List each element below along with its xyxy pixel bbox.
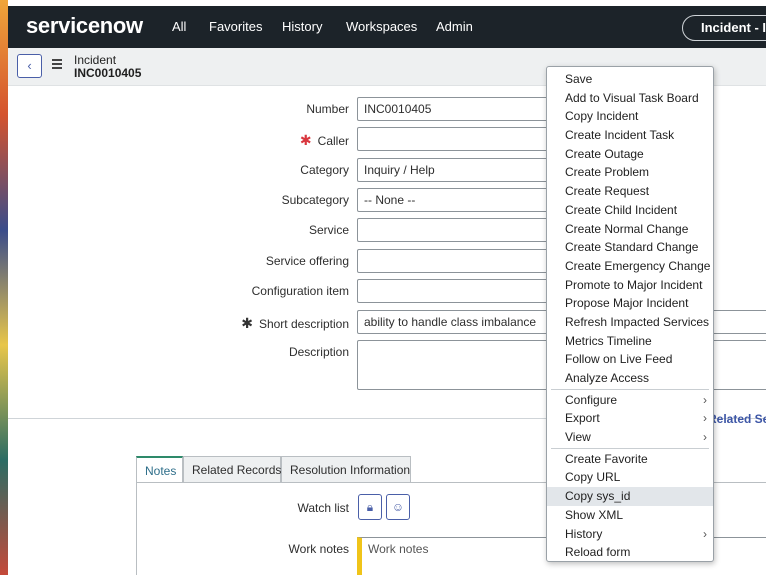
servicenow-window: servicenow All Favorites History Workspa… xyxy=(8,0,766,575)
context-menu-item[interactable]: Create Problem xyxy=(547,163,713,182)
context-menu-item-label: Show XML xyxy=(565,507,624,522)
context-menu-item-label: Create Favorite xyxy=(565,451,648,466)
context-menu-item[interactable]: Copy Incident xyxy=(547,107,713,126)
category-select[interactable]: Inquiry / Help xyxy=(357,158,557,182)
context-menu-item[interactable]: Configure › xyxy=(547,391,713,410)
context-menu-item-label: Copy URL xyxy=(565,470,621,485)
nav-admin[interactable]: Admin xyxy=(436,19,473,34)
context-menu-item-label: Save xyxy=(565,72,593,86)
context-menu-item[interactable]: Show XML xyxy=(547,506,713,525)
context-menu-item[interactable]: Create Incident Task xyxy=(547,126,713,145)
back-button[interactable]: ‹ xyxy=(17,54,42,78)
top-navigation: servicenow All Favorites History Workspa… xyxy=(8,6,766,48)
tab-notes[interactable]: Notes xyxy=(136,456,183,483)
form-menu-icon[interactable] xyxy=(52,59,62,69)
chevron-right-icon: › xyxy=(703,526,707,541)
context-menu-item[interactable]: Analyze Access xyxy=(547,369,713,388)
context-menu-item-label: Analyze Access xyxy=(565,371,650,385)
subcategory-label: Subcategory xyxy=(281,193,349,207)
tab-resolution-information[interactable]: Resolution Information xyxy=(281,456,411,483)
context-menu-item-label: Copy sys_id xyxy=(565,489,631,504)
configuration-item-field[interactable] xyxy=(357,279,557,303)
context-menu-item[interactable]: History › xyxy=(547,525,713,544)
context-menu-item-label: History xyxy=(565,526,603,541)
context-menu-item-label: Create Normal Change xyxy=(565,221,689,236)
nav-workspaces[interactable]: Workspaces xyxy=(346,19,417,34)
add-me-icon[interactable]: ☺ xyxy=(386,494,410,520)
context-menu-item-label: Export xyxy=(565,411,600,426)
context-menu-item[interactable]: Create Emergency Change xyxy=(547,257,713,276)
context-menu-item-label: Create Request xyxy=(565,184,650,199)
context-menu-item-label: Create Child Incident xyxy=(565,202,678,217)
chevron-right-icon: › xyxy=(703,430,707,445)
menu-separator xyxy=(551,388,709,390)
context-menu-item-label: Create Standard Change xyxy=(565,240,699,255)
context-menu-item[interactable]: Export › xyxy=(547,409,713,428)
subcategory-select[interactable]: -- None -- xyxy=(357,188,557,212)
service-field[interactable] xyxy=(357,218,557,242)
service-offering-field[interactable] xyxy=(357,249,557,273)
context-menu-item-label: Create Problem xyxy=(565,165,650,180)
context-menu-item[interactable]: Copy sys_id xyxy=(547,487,713,506)
number-field[interactable]: INC0010405 xyxy=(357,97,557,121)
watch-list-label: Watch list xyxy=(297,501,349,515)
context-menu-item[interactable]: Refresh Impacted Services xyxy=(547,313,713,332)
context-menu-item[interactable]: Create Normal Change xyxy=(547,220,713,239)
short-description-label: ✱ Short description xyxy=(241,315,349,331)
context-menu-item[interactable]: Reload form xyxy=(547,543,713,562)
context-menu: Save Add to Visual Task Board Copy Inciden… xyxy=(546,66,714,562)
tab-related-records[interactable]: Related Records xyxy=(183,456,281,483)
chevron-left-icon: ‹ xyxy=(27,58,32,73)
context-menu-item[interactable]: Propose Major Incident xyxy=(547,294,713,313)
context-menu-item[interactable]: Create Outage xyxy=(547,145,713,164)
caller-field[interactable] xyxy=(357,127,557,151)
context-menu-item[interactable]: Copy URL xyxy=(547,468,713,487)
description-label: Description xyxy=(288,345,349,359)
caller-label: ✱ Caller xyxy=(299,132,349,148)
context-menu-item-label: Follow on Live Feed xyxy=(565,352,673,367)
nav-favorites[interactable]: Favorites xyxy=(209,19,262,34)
chevron-right-icon: › xyxy=(703,392,707,407)
record-title: Incident INC0010405 xyxy=(74,54,141,80)
context-menu-item-label: Metrics Timeline xyxy=(565,333,652,348)
required-icon: ✱ xyxy=(299,132,312,148)
servicenow-logo[interactable]: servicenow xyxy=(26,13,143,39)
context-menu-item-label: Create Emergency Change xyxy=(565,258,711,273)
chevron-right-icon: › xyxy=(703,411,707,426)
record-number: INC0010405 xyxy=(74,66,142,80)
configuration-item-label: Configuration item xyxy=(251,284,349,298)
context-menu-item[interactable]: Save xyxy=(547,70,713,89)
required-icon: ✱ xyxy=(241,315,253,331)
context-menu-item-label: Configure xyxy=(565,392,618,407)
context-menu-item[interactable]: Create Standard Change xyxy=(547,238,713,257)
context-menu-item[interactable]: Create Favorite xyxy=(547,450,713,469)
category-label: Category xyxy=(300,163,349,177)
context-menu-item[interactable]: Promote to Major Incident xyxy=(547,276,713,295)
context-menu-item-label: Add to Visual Task Board xyxy=(565,90,699,105)
nav-all[interactable]: All xyxy=(172,19,186,34)
context-menu-item-label: Promote to Major Incident xyxy=(565,277,703,292)
nav-history[interactable]: History xyxy=(282,19,322,34)
work-notes-label: Work notes xyxy=(288,542,349,556)
context-menu-item-label: View xyxy=(565,430,591,445)
context-menu-item[interactable]: Create Child Incident xyxy=(547,201,713,220)
context-menu-item-label: Create Outage xyxy=(565,146,644,161)
related-search-link[interactable]: Related Sea xyxy=(708,412,766,426)
service-offering-label: Service offering xyxy=(265,254,349,268)
context-menu-item-label: Create Incident Task xyxy=(565,128,675,143)
context-menu-item[interactable]: View › xyxy=(547,428,713,447)
context-menu-item[interactable]: Metrics Timeline xyxy=(547,332,713,351)
context-menu-item-label: Propose Major Incident xyxy=(565,296,689,311)
lock-icon[interactable]: 🔒︎ xyxy=(358,494,382,520)
context-menu-item[interactable]: Follow on Live Feed xyxy=(547,350,713,369)
context-menu-item-label: Reload form xyxy=(565,545,631,560)
context-pill[interactable]: Incident - I xyxy=(682,15,766,41)
context-menu-item-label: Copy Incident xyxy=(565,109,639,124)
menu-separator xyxy=(551,447,709,449)
number-label: Number xyxy=(306,102,349,116)
context-menu-item[interactable]: Add to Visual Task Board xyxy=(547,89,713,108)
context-menu-item-label: Refresh Impacted Services xyxy=(565,314,710,329)
context-menu-item[interactable]: Create Request xyxy=(547,182,713,201)
service-label: Service xyxy=(308,223,349,237)
